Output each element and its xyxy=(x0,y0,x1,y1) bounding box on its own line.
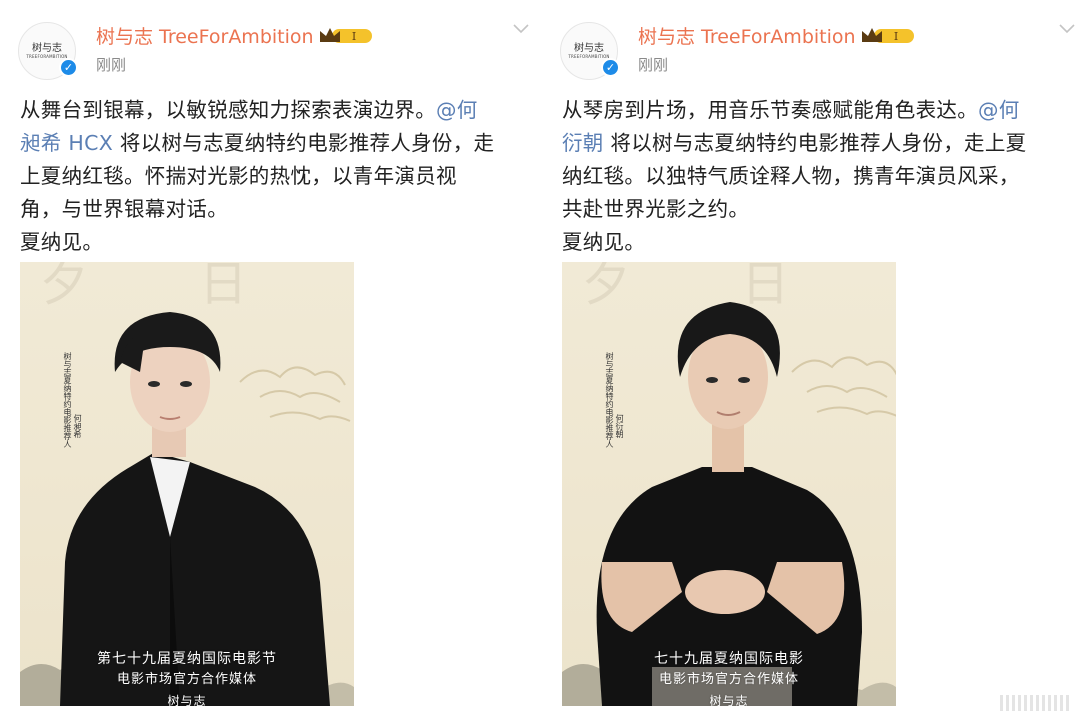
verified-check-icon: ✓ xyxy=(601,58,620,77)
post-text-segment: 角，与世界银幕对话。 xyxy=(20,197,228,221)
cloud-decoration-icon xyxy=(239,366,351,422)
weibo-post-right: 树与志 TREEFORAMBITION ✓ 树与志 TreeForAmbitio… xyxy=(560,0,1080,721)
avatar-logo-text: 树与志 xyxy=(574,43,604,54)
weibo-post-left: 树与志 TREEFORAMBITION ✓ 树与志 TreeForAmbitio… xyxy=(18,0,538,721)
post-text: 从舞台到银幕，以敏锐感知力探索表演边界。@何 昶希 HCX 将以树与志夏纳特约电… xyxy=(20,94,520,259)
poster-illustration xyxy=(562,302,896,706)
mention-link[interactable]: @何 xyxy=(978,98,1020,122)
poster-caption-festival: 第七十九届夏纳国际电影节 xyxy=(97,651,277,667)
post-time: 刚刚 xyxy=(96,56,127,74)
avatar-logo-subtext: TREEFORAMBITION xyxy=(568,54,610,59)
account-name[interactable]: 树与志 TreeForAmbition xyxy=(638,22,856,49)
post-text-segment: 将以树与志夏纳特约电影推荐人身份，走上夏 xyxy=(603,131,1027,155)
level-number: I xyxy=(352,30,356,43)
post-text-segment: 从舞台到银幕，以敏锐感知力探索表演边界。 xyxy=(20,98,436,122)
cloud-decoration-icon xyxy=(791,356,896,417)
mention-link[interactable]: 昶希 HCX xyxy=(20,131,113,155)
avatar-logo-text: 树与志 xyxy=(32,43,62,54)
poster-caption-media: 电影市场官方合作媒体 xyxy=(658,672,799,687)
post-text-segment: 夏纳见。 xyxy=(20,230,104,254)
post-time: 刚刚 xyxy=(638,56,669,74)
verified-check-icon: ✓ xyxy=(59,58,78,77)
post-text-segment: 纳红毯。以独特气质诠释人物，携青年演员风采， xyxy=(562,164,1020,188)
poster-caption-festival: 七十九届夏纳国际电影 xyxy=(654,651,804,667)
post-image[interactable]: 夕 日 启 程 树与志夏纳特约电影推荐 xyxy=(20,262,354,706)
poster-caption-brand: 树与志 xyxy=(167,694,207,706)
level-number: I xyxy=(894,30,898,43)
poster-caption-media: 电影市场官方合作媒体 xyxy=(116,672,257,687)
post-text-segment: 上夏纳红毯。怀揣对光影的热忱，以青年演员视 xyxy=(20,164,457,188)
mention-link[interactable]: 衍朝 xyxy=(562,131,604,155)
chevron-down-icon[interactable] xyxy=(512,22,530,34)
poster-caption-brand: 树与志 xyxy=(709,694,749,706)
post-text-segment: 从琴房到片场，用音乐节奏感赋能角色表达。 xyxy=(562,98,978,122)
poster-vertical-name: 何昶希 xyxy=(73,414,82,438)
avatar-logo-subtext: TREEFORAMBITION xyxy=(26,54,68,59)
poster-illustration xyxy=(20,312,354,706)
post-text-segment: 将以树与志夏纳特约电影推荐人身份，走 xyxy=(113,131,495,155)
crown-level-badge-icon[interactable]: I xyxy=(318,24,374,46)
post-image[interactable]: 夕 日 启 程 树与志夏 xyxy=(562,262,896,706)
watermark xyxy=(1000,695,1070,711)
post-text-segment: 夏纳见。 xyxy=(562,230,646,254)
post-text-segment: 共赴世界光影之约。 xyxy=(562,197,750,221)
crown-level-badge-icon[interactable]: I xyxy=(860,24,916,46)
account-name[interactable]: 树与志 TreeForAmbition xyxy=(96,22,314,49)
chevron-down-icon[interactable] xyxy=(1058,22,1076,34)
poster-vertical-title: 树与志夏纳特约电影推荐人 xyxy=(63,352,72,448)
poster-vertical-name: 何衍朝 xyxy=(615,414,624,438)
post-text: 从琴房到片场，用音乐节奏感赋能角色表达。@何 衍朝 将以树与志夏纳特约电影推荐人… xyxy=(562,94,1062,259)
poster-vertical-title: 树与志夏纳特约电影推荐人 xyxy=(605,352,614,448)
mention-link[interactable]: @何 xyxy=(436,98,478,122)
